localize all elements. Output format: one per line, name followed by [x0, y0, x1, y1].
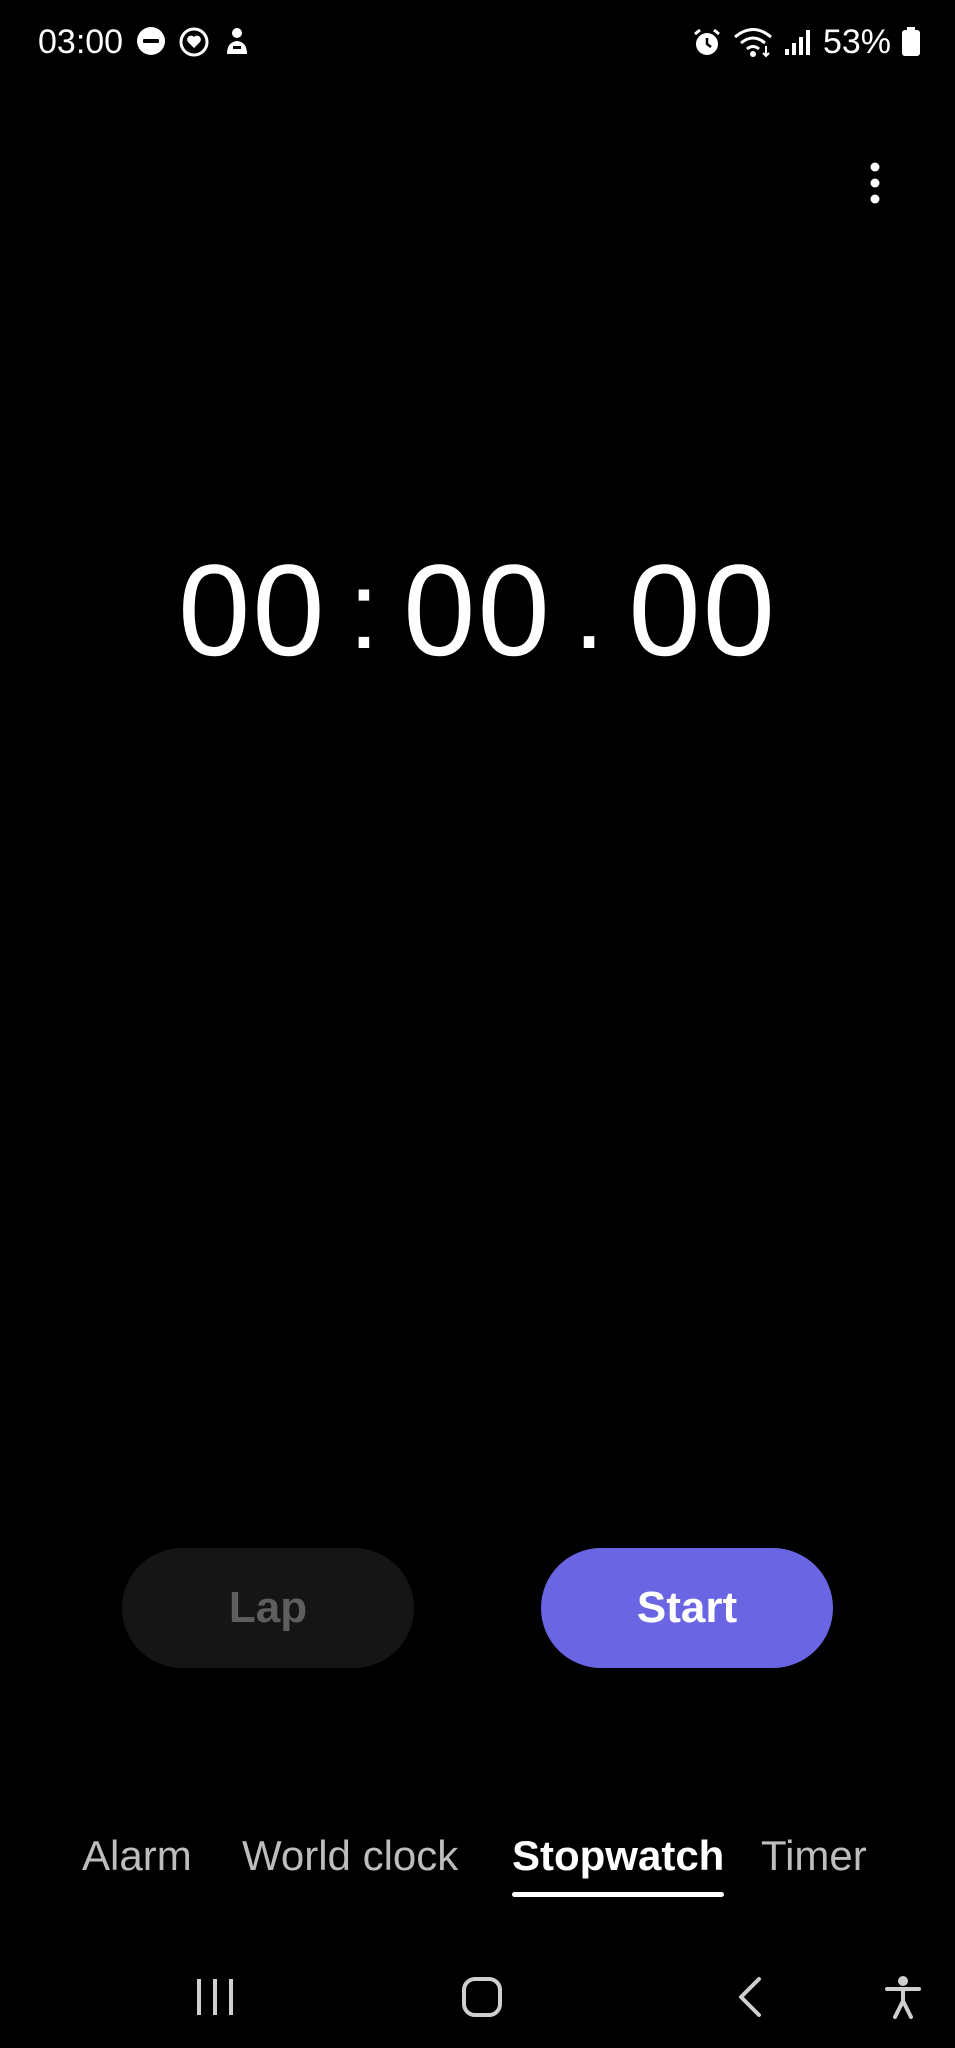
stopwatch-minutes: 00 — [178, 537, 327, 683]
back-button[interactable] — [715, 1968, 785, 2030]
tab-alarm[interactable]: Alarm — [82, 1826, 192, 1886]
stopwatch-separator-colon: : — [348, 548, 382, 672]
stopwatch-time-display: 00 : 00 . 00 — [0, 537, 955, 683]
stopwatch-seconds: 00 — [403, 537, 552, 683]
system-nav-bar — [0, 1950, 955, 2048]
heart-badge-icon — [178, 26, 210, 58]
tab-timer[interactable]: Timer — [761, 1826, 867, 1886]
status-time: 03:00 — [38, 23, 124, 61]
status-left-icons — [136, 26, 252, 58]
alarm-icon — [691, 26, 723, 58]
recent-apps-icon — [193, 1977, 237, 2022]
stopwatch-separator-dot: . — [573, 548, 607, 672]
do-not-disturb-icon — [136, 26, 166, 58]
tab-world-clock[interactable]: World clock — [242, 1826, 458, 1886]
person-notification-icon — [222, 26, 252, 58]
battery-icon — [901, 27, 921, 57]
battery-percent: 53% — [822, 23, 891, 61]
stopwatch-hundredths: 00 — [628, 537, 777, 683]
status-bar: 03:00 53% — [0, 0, 955, 84]
status-right-icons: 53% — [691, 22, 921, 62]
tab-stopwatch[interactable]: Stopwatch — [512, 1826, 725, 1897]
wifi-icon — [733, 26, 773, 58]
lap-button-label: Lap — [228, 1583, 308, 1632]
lap-button[interactable]: Lap — [122, 1548, 414, 1668]
accessibility-icon — [883, 1975, 923, 2024]
more-options-button[interactable] — [848, 150, 902, 220]
recent-apps-button[interactable] — [180, 1968, 250, 2030]
back-icon — [735, 1975, 765, 2024]
start-button[interactable]: Start — [541, 1548, 833, 1668]
home-icon — [460, 1975, 504, 2024]
more-vertical-icon — [869, 161, 881, 210]
signal-icon — [783, 27, 813, 57]
accessibility-button[interactable] — [868, 1968, 938, 2030]
tab-bar: Alarm World clock Stopwatch Timer — [0, 1826, 955, 1916]
start-button-label: Start — [636, 1583, 738, 1632]
home-button[interactable] — [447, 1968, 517, 2030]
